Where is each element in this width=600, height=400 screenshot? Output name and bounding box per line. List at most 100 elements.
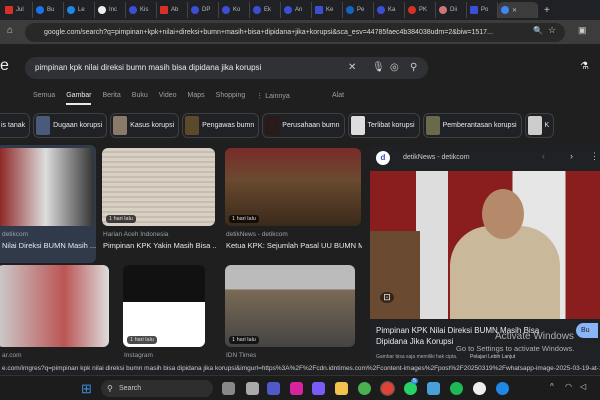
clear-icon[interactable]: ✕ — [348, 57, 356, 79]
browser-tab[interactable]: Dii — [436, 2, 467, 18]
panel-image[interactable]: ⊡ — [370, 171, 600, 319]
related-chip[interactable]: Dugaan korupsi — [33, 113, 108, 138]
browser-tab[interactable]: DP — [188, 2, 219, 18]
windows-start-icon[interactable]: ⊞ — [81, 381, 92, 397]
related-chip[interactable]: Pemberantasan korupsi — [422, 113, 522, 138]
search-input[interactable]: pimpinan kpk nilai direksi bumn masih bi… — [35, 63, 261, 72]
result-source[interactable]: detikcom — [2, 231, 28, 238]
lens-search-icon[interactable]: ⊡ — [380, 292, 394, 303]
browser-tab[interactable]: Ka — [374, 2, 405, 18]
result-source[interactable]: Harian Aceh Indonesia — [103, 231, 168, 238]
related-chip[interactable]: Pengawas bumn — [182, 113, 260, 138]
browser-tab[interactable]: Ab — [157, 2, 188, 18]
favicon-icon — [408, 6, 416, 14]
browser-tab[interactable]: Ko — [219, 2, 250, 18]
nav-tab[interactable]: ⋮ Lainnya — [256, 92, 289, 105]
tools-button[interactable]: Alat — [332, 92, 344, 99]
labs-icon[interactable]: ⚗ — [580, 61, 589, 72]
favicon-icon — [284, 6, 292, 14]
tab-title: An — [295, 7, 303, 13]
learn-more-link[interactable]: Pelajari Lebih Lanjut — [470, 354, 515, 360]
spotify-icon[interactable] — [450, 382, 463, 395]
time-badge: 1 hari lalu — [229, 336, 259, 344]
image-result[interactable]: detikcom Nilai Direksi BUMN Masih ... — [0, 145, 96, 263]
related-chip[interactable]: K — [524, 113, 555, 138]
mic-icon[interactable]: 🎙 — [372, 57, 385, 79]
more-icon[interactable]: ⋮ — [590, 151, 599, 162]
browser-tab[interactable]: Po — [467, 2, 498, 18]
chip-label: Kasus korupsi — [130, 122, 175, 129]
wifi-icon[interactable]: ◠ — [565, 382, 572, 391]
star-icon[interactable]: ☆ — [548, 25, 556, 36]
browser-tab[interactable]: Ke — [312, 2, 343, 18]
tab-title: Po — [481, 7, 489, 13]
related-chip[interactable]: Terlibat korupsi — [347, 113, 420, 138]
favicon-icon — [315, 6, 323, 14]
result-source[interactable]: ar.com — [2, 352, 22, 359]
result-source[interactable]: IDN Times — [226, 352, 256, 359]
result-source[interactable]: detikNews - detikcom — [226, 231, 288, 238]
prev-icon[interactable]: ‹ — [542, 151, 545, 161]
file-explorer-icon[interactable] — [335, 382, 348, 395]
copilot-icon[interactable] — [312, 382, 325, 395]
tab-active-google[interactable]: ✕ — [498, 2, 538, 18]
calculator-icon[interactable] — [246, 382, 259, 395]
google-logo[interactable]: e — [0, 57, 9, 75]
search-icon[interactable]: ⚲ — [410, 57, 417, 79]
whatsapp-business-icon[interactable] — [473, 382, 486, 395]
nav-tab[interactable]: Gambar — [66, 92, 92, 105]
browser-tab[interactable]: Pe — [343, 2, 374, 18]
home-icon[interactable]: ⌂ — [7, 25, 13, 36]
close-icon[interactable]: ✕ — [512, 7, 517, 14]
image-result[interactable]: 1 hari lalu detikNews - detikcom Ketua K… — [223, 145, 363, 263]
visit-button[interactable]: Bu — [576, 323, 598, 338]
related-chip[interactable]: Kasus korupsi — [110, 113, 180, 138]
browser-tab[interactable]: Kis — [126, 2, 157, 18]
nav-tab[interactable]: Video — [159, 92, 177, 105]
related-chip[interactable]: is tanak — [0, 113, 31, 138]
extensions-icon[interactable]: ▣ — [578, 25, 587, 36]
next-icon[interactable]: › — [570, 151, 573, 161]
activate-windows-sub: Go to Settings to activate Windows. — [456, 344, 575, 353]
edge-icon[interactable] — [496, 382, 509, 395]
whatsapp-icon[interactable]: 5 — [404, 378, 418, 395]
chrome-profile-icon[interactable] — [358, 382, 371, 395]
url-field[interactable]: google.com/search?q=pimpinan+kpk+nilai+d… — [25, 23, 565, 42]
nav-tab[interactable]: Shopping — [216, 92, 246, 105]
result-thumbnail[interactable] — [0, 265, 109, 347]
browser-tab[interactable]: PK — [405, 2, 436, 18]
result-thumbnail[interactable] — [0, 148, 94, 226]
task-view-icon[interactable] — [222, 382, 235, 395]
result-title[interactable]: Pimpinan KPK Yakin Masih Bisa ... — [103, 241, 216, 250]
taskbar-search[interactable]: ⚲ Search — [101, 380, 213, 397]
chrome-active-icon[interactable] — [380, 381, 395, 396]
instagram-icon[interactable] — [290, 382, 303, 395]
browser-tab[interactable]: Ek — [250, 2, 281, 18]
new-tab-button[interactable]: + — [544, 5, 550, 16]
search-box[interactable]: pimpinan kpk nilai direksi bumn masih bi… — [25, 57, 428, 79]
panel-source[interactable]: detikNews - detikcom — [403, 154, 470, 161]
browser-tab[interactable]: Inc — [95, 2, 126, 18]
result-thumbnail[interactable] — [123, 265, 205, 347]
browser-tab[interactable]: Bu — [33, 2, 64, 18]
teams-icon[interactable] — [267, 382, 280, 395]
browser-tab[interactable]: An — [281, 2, 312, 18]
nav-tab[interactable]: Maps — [188, 92, 205, 105]
volume-icon[interactable]: ◁ — [580, 382, 586, 391]
related-chip[interactable]: Perusahaan bumn — [262, 113, 345, 138]
result-source[interactable]: Instagram — [124, 352, 153, 359]
notes-icon[interactable] — [427, 382, 440, 395]
result-title[interactable]: Ketua KPK: Sejumlah Pasal UU BUMN M... — [226, 241, 362, 250]
browser-tab[interactable]: Le — [64, 2, 95, 18]
lens-icon[interactable]: ◎ — [390, 57, 399, 79]
result-title[interactable]: Nilai Direksi BUMN Masih ... — [2, 241, 99, 250]
zoom-icon[interactable]: 🔍 — [533, 26, 543, 35]
image-result[interactable]: 1 hari lalu Harian Aceh Indonesia Pimpin… — [100, 145, 217, 263]
browser-tab[interactable]: Jul — [2, 2, 33, 18]
tray-chevron-icon[interactable]: ^ — [550, 382, 554, 391]
nav-tab[interactable]: Buku — [132, 92, 148, 105]
tab-title: Bu — [47, 7, 55, 13]
nav-tab[interactable]: Berita — [102, 92, 120, 105]
nav-tab[interactable]: Semua — [33, 92, 55, 105]
result-thumbnail[interactable] — [225, 265, 355, 347]
